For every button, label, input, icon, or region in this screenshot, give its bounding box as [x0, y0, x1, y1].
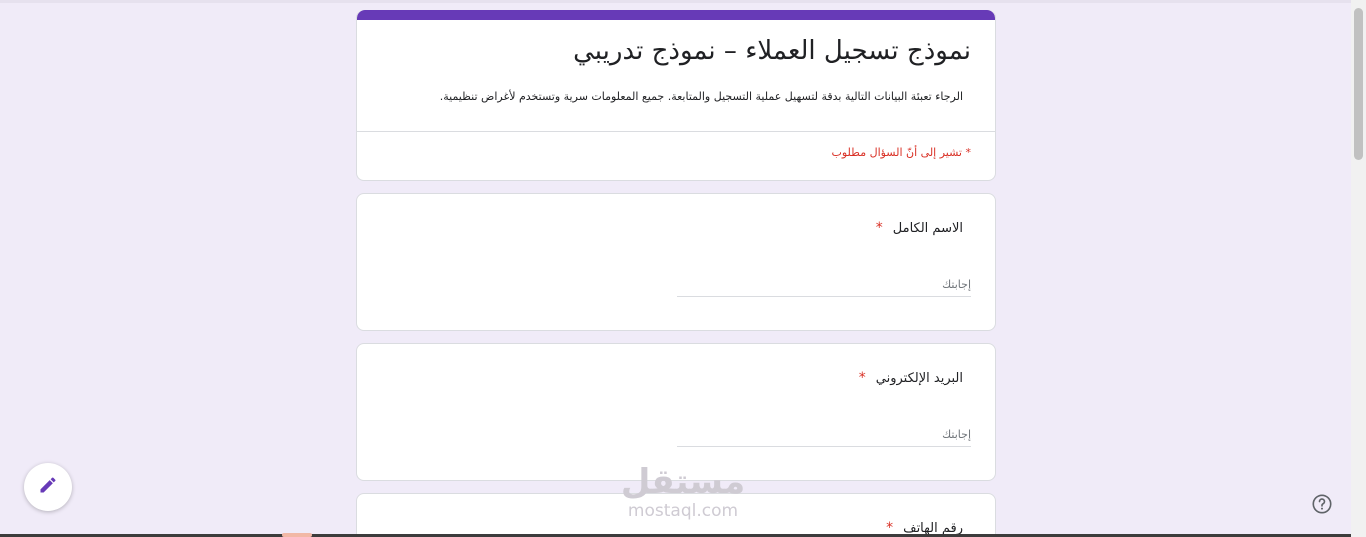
question-label: البريد الإلكتروني * [859, 370, 963, 386]
form-column: نموذج تسجيل العملاء – نموذج تدريبي الرجا… [356, 10, 996, 537]
header-accent-bar [357, 10, 995, 20]
bottom-taskbar-item [282, 533, 312, 537]
required-asterisk: * [875, 220, 883, 236]
full-name-input[interactable] [677, 272, 971, 297]
question-card-phone: رقم الهاتف* [356, 493, 996, 537]
form-title: نموذج تسجيل العملاء – نموذج تدريبي [573, 36, 971, 66]
question-card-full-name: الاسم الكامل * [356, 193, 996, 331]
scrollbar-thumb[interactable] [1354, 8, 1363, 160]
email-input[interactable] [677, 422, 971, 447]
pencil-icon [38, 475, 58, 499]
question-label: الاسم الكامل * [876, 220, 963, 236]
form-header-card: نموذج تسجيل العملاء – نموذج تدريبي الرجا… [356, 10, 996, 181]
vertical-scrollbar[interactable] [1351, 0, 1366, 537]
edit-button[interactable] [24, 463, 72, 511]
top-strip [0, 0, 1366, 3]
question-title: الاسم الكامل [892, 221, 963, 236]
help-button[interactable] [1311, 493, 1333, 519]
required-asterisk: * [858, 370, 866, 386]
form-description: الرجاء تعبئة البيانات التالية بدقة لتسهي… [439, 90, 963, 103]
help-circle-icon [1311, 493, 1333, 519]
question-title: البريد الإلكتروني [875, 371, 963, 386]
header-divider [357, 131, 995, 132]
required-note: * تشير إلى أنّ السؤال مطلوب [831, 146, 971, 159]
question-card-email: البريد الإلكتروني * [356, 343, 996, 481]
